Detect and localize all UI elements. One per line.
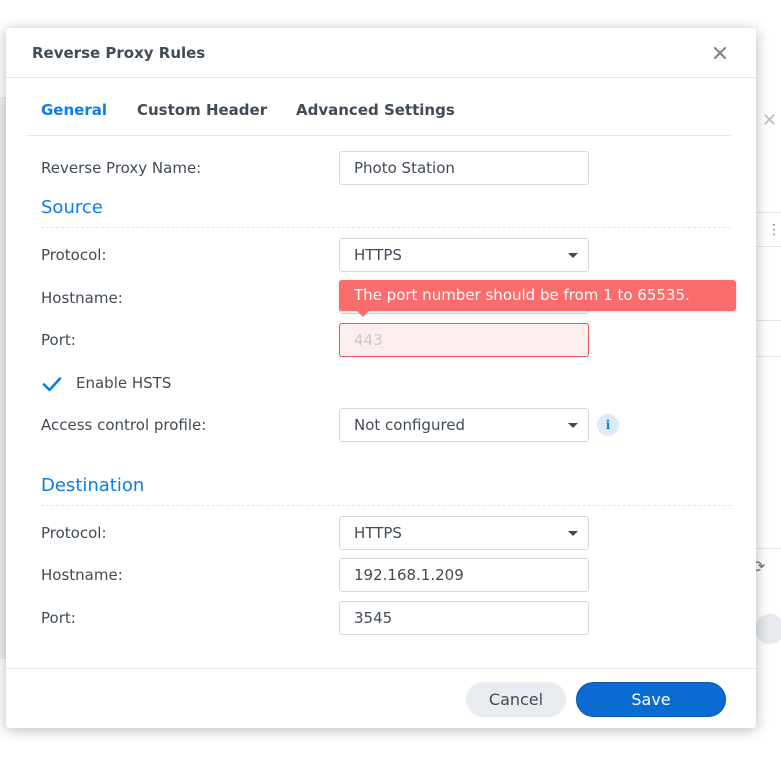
destination-section-title: Destination xyxy=(41,475,145,496)
dialog-header: Reverse Proxy Rules xyxy=(6,28,756,78)
info-icon[interactable]: i xyxy=(597,414,619,436)
source-hostname-label: Hostname: xyxy=(41,289,123,307)
access-control-select[interactable]: Not configured xyxy=(339,408,589,442)
background-more-icon: ⋮ xyxy=(767,222,781,238)
close-icon xyxy=(713,46,727,60)
dialog-footer: Cancel Save xyxy=(6,668,756,728)
chevron-down-icon xyxy=(568,531,578,536)
source-divider xyxy=(41,227,731,228)
destination-port-label: Port: xyxy=(41,609,76,627)
destination-hostname-label: Hostname: xyxy=(41,566,123,584)
close-button[interactable] xyxy=(708,41,732,65)
background-divider xyxy=(754,356,781,357)
chevron-down-icon xyxy=(568,423,578,428)
background-divider xyxy=(754,548,781,549)
background-button xyxy=(755,614,781,644)
source-port-label: Port: xyxy=(41,331,76,349)
source-protocol-select[interactable]: HTTPS xyxy=(339,238,589,272)
tooltip-arrow xyxy=(357,311,369,317)
dialog-title: Reverse Proxy Rules xyxy=(32,44,206,62)
access-control-value: Not configured xyxy=(354,416,466,434)
destination-protocol-select[interactable]: HTTPS xyxy=(339,516,589,550)
background-divider xyxy=(754,212,781,213)
proxy-name-input[interactable]: Photo Station xyxy=(339,151,589,185)
tab-advanced-settings[interactable]: Advanced Settings xyxy=(296,101,455,119)
tab-custom-header[interactable]: Custom Header xyxy=(137,101,267,119)
destination-divider xyxy=(41,505,731,506)
source-port-input[interactable]: 443 xyxy=(339,323,589,357)
source-section-title: Source xyxy=(41,197,103,218)
source-protocol-label: Protocol: xyxy=(41,246,107,264)
tab-general[interactable]: General xyxy=(41,101,107,119)
destination-hostname-input[interactable]: 192.168.1.209 xyxy=(339,558,589,592)
destination-protocol-label: Protocol: xyxy=(41,524,107,542)
proxy-name-label: Reverse Proxy Name: xyxy=(41,159,202,177)
checkmark-icon xyxy=(42,377,62,392)
access-control-label: Access control profile: xyxy=(41,416,207,434)
source-protocol-value: HTTPS xyxy=(354,246,402,264)
destination-protocol-value: HTTPS xyxy=(354,524,402,542)
background-close-icon: ✕ xyxy=(762,110,778,131)
enable-hsts-label: Enable HSTS xyxy=(76,374,172,392)
enable-hsts-checkbox[interactable] xyxy=(41,373,63,395)
save-button[interactable]: Save xyxy=(576,682,726,717)
chevron-down-icon xyxy=(568,253,578,258)
reverse-proxy-dialog: Reverse Proxy Rules General Custom Heade… xyxy=(6,28,756,728)
destination-port-input[interactable]: 3545 xyxy=(339,601,589,635)
tab-bar: General Custom Header Advanced Settings xyxy=(26,91,731,136)
background-divider xyxy=(754,320,781,321)
background-divider xyxy=(754,246,781,247)
port-error-tooltip: The port number should be from 1 to 6553… xyxy=(339,280,736,317)
cancel-button[interactable]: Cancel xyxy=(466,682,566,717)
port-error-text: The port number should be from 1 to 6553… xyxy=(354,286,690,304)
